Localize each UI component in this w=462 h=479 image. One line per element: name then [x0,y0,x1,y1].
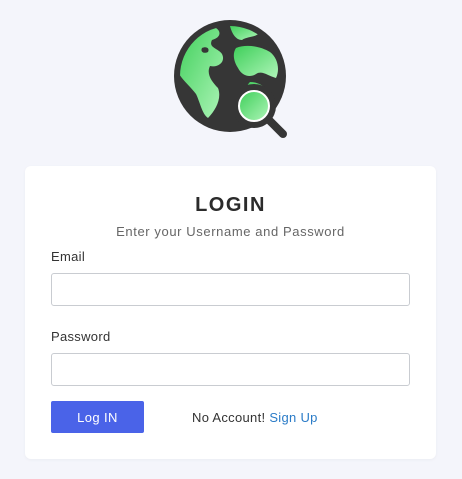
login-subtitle: Enter your Username and Password [116,224,345,239]
signup-link[interactable]: Sign Up [269,410,317,425]
email-field[interactable] [51,273,410,306]
no-account-text: No Account! [192,410,266,425]
password-label: Password [51,329,111,344]
login-button[interactable]: Log IN [51,401,144,433]
email-label: Email [51,249,86,264]
login-card: LOGIN Enter your Username and Password E… [25,166,436,459]
signup-prompt: No Account! Sign Up [192,410,318,425]
globe-search-icon [174,20,287,138]
login-page: LOGIN Enter your Username and Password E… [0,0,462,479]
password-field[interactable] [51,353,410,386]
login-title: LOGIN [195,194,266,216]
